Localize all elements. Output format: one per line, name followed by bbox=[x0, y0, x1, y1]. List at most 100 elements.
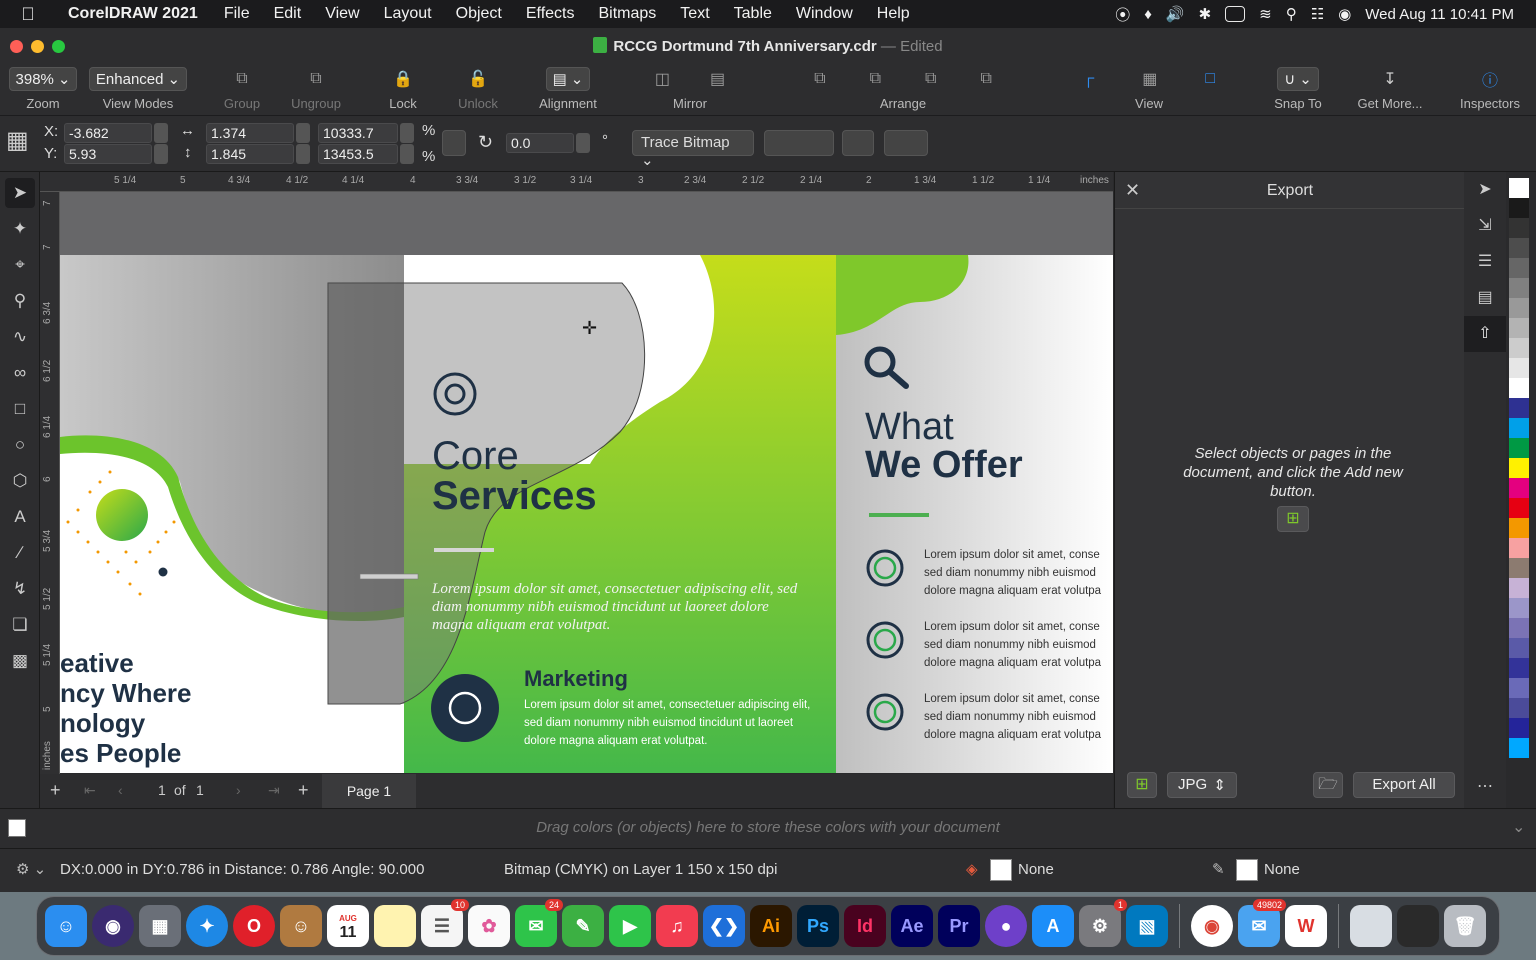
y-spinner[interactable] bbox=[154, 144, 168, 164]
freehand-tool-icon[interactable]: ∿ bbox=[5, 322, 35, 352]
mirror-vertical-icon[interactable]: ▤ bbox=[710, 69, 725, 89]
color-swatch[interactable] bbox=[1509, 718, 1529, 738]
color-swatch[interactable] bbox=[1509, 198, 1529, 218]
rulers-icon[interactable]: ┌ bbox=[1083, 70, 1094, 88]
notes-icon[interactable] bbox=[374, 905, 416, 947]
color-swatch[interactable] bbox=[1509, 698, 1529, 718]
shape-tool-icon[interactable]: ✦ bbox=[5, 214, 35, 244]
current-page[interactable]: 1 bbox=[158, 782, 166, 798]
drop-shadow-tool-icon[interactable]: ❏ bbox=[5, 610, 35, 640]
color-swatch[interactable] bbox=[1509, 538, 1529, 558]
get-more-button[interactable]: ↧ Get More... bbox=[1350, 64, 1430, 116]
zoom-window-button[interactable] bbox=[52, 39, 65, 53]
page-tab[interactable]: Page 1 bbox=[322, 774, 416, 808]
rotation-spinner[interactable] bbox=[576, 133, 590, 153]
color-swatch[interactable] bbox=[1509, 318, 1529, 338]
siri-icon[interactable]: ◉ bbox=[1338, 5, 1351, 23]
fill-swatch[interactable] bbox=[990, 859, 1012, 881]
trace-bitmap-dropdown[interactable]: Trace Bitmap ⌄ bbox=[632, 130, 754, 169]
trello-icon[interactable]: ▧ bbox=[1126, 905, 1168, 947]
color-swatch[interactable] bbox=[1509, 478, 1529, 498]
polygon-tool-icon[interactable]: ⬡ bbox=[5, 466, 35, 496]
scale-width-spinner[interactable] bbox=[400, 123, 414, 143]
color-swatch[interactable] bbox=[1509, 338, 1529, 358]
antivirus-icon[interactable]: ♦ bbox=[1144, 6, 1152, 23]
app-menu[interactable]: CorelDRAW 2021 bbox=[56, 5, 212, 23]
next-page-icon[interactable]: › bbox=[236, 782, 241, 798]
color-swatch[interactable] bbox=[1509, 598, 1529, 618]
menu-file[interactable]: File bbox=[212, 5, 262, 23]
menu-layout[interactable]: Layout bbox=[372, 5, 444, 23]
width-field[interactable]: 1.374 bbox=[206, 123, 294, 143]
launchpad-icon[interactable]: ▦ bbox=[139, 905, 181, 947]
reminders-icon[interactable]: ☰ 10 bbox=[421, 899, 469, 947]
messages-icon[interactable]: ✉ 24 bbox=[515, 899, 563, 947]
add-new-export-button[interactable]: ⊞ bbox=[1127, 772, 1157, 798]
scale-width-field[interactable]: 10333.7 bbox=[318, 123, 398, 143]
control-center-icon[interactable]: ☷ bbox=[1311, 5, 1324, 23]
pick-tool-icon[interactable]: ➤ bbox=[5, 178, 35, 208]
mirror-horizontal-icon[interactable]: ◫ bbox=[655, 69, 670, 89]
minimize-window-button[interactable] bbox=[31, 39, 44, 53]
transparency-tool-icon[interactable]: ▩ bbox=[5, 646, 35, 676]
color-swatch[interactable] bbox=[1509, 558, 1529, 578]
text-wrap-dropdown[interactable] bbox=[884, 130, 928, 156]
alignment-dropdown[interactable]: ▤ ⌄ bbox=[545, 67, 591, 91]
zoom-dropdown[interactable]: 398% ⌄ bbox=[8, 67, 78, 91]
snap-to-dropdown[interactable]: ∪ ⌄ bbox=[1277, 67, 1319, 91]
color-swatch[interactable] bbox=[1509, 238, 1529, 258]
to-front-icon[interactable]: ⧉ bbox=[814, 70, 825, 88]
facetime-icon[interactable]: ▶ bbox=[609, 905, 651, 947]
menu-bitmaps[interactable]: Bitmaps bbox=[587, 5, 669, 23]
y-position-field[interactable]: 5.93 bbox=[64, 144, 152, 164]
color-swatch[interactable] bbox=[1509, 458, 1529, 478]
menu-table[interactable]: Table bbox=[722, 5, 784, 23]
menu-text[interactable]: Text bbox=[668, 5, 721, 23]
music-icon[interactable]: ♫ bbox=[656, 905, 698, 947]
to-back-icon[interactable]: ⧉ bbox=[870, 70, 881, 88]
system-preferences-icon[interactable]: ⚙ 1 bbox=[1079, 899, 1127, 947]
height-spinner[interactable] bbox=[296, 144, 310, 164]
calendar-icon[interactable]: AUG 11 bbox=[327, 905, 369, 947]
illustrator-icon[interactable]: Ai bbox=[750, 905, 792, 947]
after-effects-icon[interactable]: Ae bbox=[891, 905, 933, 947]
unlock-button[interactable]: 🔓 Unlock bbox=[452, 64, 504, 116]
text-tool-icon[interactable]: A bbox=[5, 502, 35, 532]
wifi-icon[interactable]: ≋ bbox=[1259, 5, 1272, 23]
inspectors-button[interactable]: ⓘ Inspectors bbox=[1452, 64, 1528, 116]
format-dropdown[interactable]: JPG ⇕ bbox=[1167, 772, 1237, 798]
layers-icon[interactable]: ☰ bbox=[1464, 244, 1506, 280]
folder-icon[interactable]: 🗁 bbox=[1313, 772, 1343, 798]
guidelines-icon[interactable]: □ bbox=[1205, 70, 1215, 88]
wps-office-icon[interactable]: W bbox=[1285, 905, 1327, 947]
siri-icon[interactable]: ◉ bbox=[92, 905, 134, 947]
scale-height-field[interactable]: 13453.5 bbox=[318, 144, 398, 164]
terminal-icon[interactable] bbox=[1397, 905, 1439, 947]
color-swatch[interactable] bbox=[1509, 618, 1529, 638]
connector-tool-icon[interactable]: ↯ bbox=[5, 574, 35, 604]
menu-help[interactable]: Help bbox=[865, 5, 922, 23]
more-icon[interactable]: ⋯ bbox=[1464, 776, 1506, 796]
settings-gear-icon[interactable]: ⚙ ⌄ bbox=[16, 860, 46, 878]
github-desktop-icon[interactable]: ● bbox=[985, 905, 1027, 947]
photoshop-icon[interactable]: Ps bbox=[797, 905, 839, 947]
crop-tool-icon[interactable]: ⌖ bbox=[5, 250, 35, 280]
finder-icon[interactable]: ☺ bbox=[45, 905, 87, 947]
chrome-icon[interactable]: ◉ bbox=[1191, 905, 1233, 947]
hints-icon[interactable]: ➤ bbox=[1464, 172, 1506, 208]
color-swatch[interactable] bbox=[1509, 498, 1529, 518]
bitmap-color-mask-button[interactable] bbox=[842, 130, 874, 156]
color-swatch[interactable] bbox=[1509, 258, 1529, 278]
first-page-icon[interactable]: ⇤ bbox=[84, 782, 96, 799]
forward-one-icon[interactable]: ⧉ bbox=[925, 70, 936, 88]
mail-icon[interactable]: ✉ 49802 bbox=[1238, 899, 1286, 947]
spotlight-search-icon[interactable]: ⚲ bbox=[1286, 5, 1297, 23]
archive-icon[interactable] bbox=[1350, 905, 1392, 947]
color-swatch[interactable] bbox=[1509, 438, 1529, 458]
last-page-icon[interactable]: ⇥ bbox=[268, 782, 280, 799]
export-icon[interactable]: ⇧ bbox=[1464, 316, 1506, 352]
coreldraw-icon[interactable]: ✎ bbox=[562, 905, 604, 947]
scale-height-spinner[interactable] bbox=[400, 144, 414, 164]
x-spinner[interactable] bbox=[154, 123, 168, 143]
transform-icon[interactable]: ⇲ bbox=[1464, 208, 1506, 244]
